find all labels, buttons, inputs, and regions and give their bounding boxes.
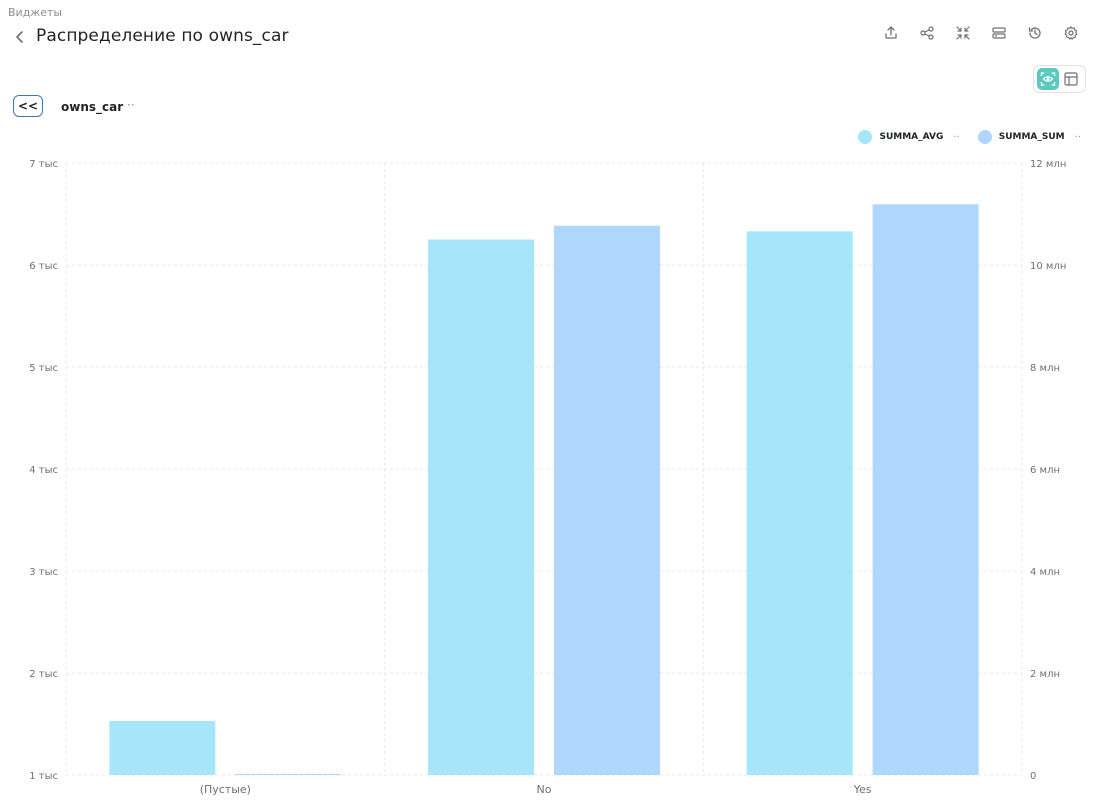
preview-view-button[interactable] [1036,68,1059,90]
legend-swatch-summa-sum [977,130,992,144]
y-left-tick-label: 6 тыс [29,261,58,272]
page-title: Распределение по owns_car [36,26,289,46]
x-category-label: No [537,783,552,796]
y-right-tick-label: 8 млн [1030,363,1060,374]
gear-icon [1064,26,1078,40]
collapse-icon [956,26,970,40]
chevron-left-icon [16,31,23,43]
back-button[interactable] [11,28,29,46]
legend-label-summa-sum: SUMMA_SUM [998,132,1065,142]
x-category-label: (Пустые) [200,783,251,796]
x-category-label: Yes [853,783,872,796]
y-left-tick-label: 7 тыс [29,159,58,170]
filter-panel-button[interactable] [981,22,1017,44]
y-left-tick-label: 2 тыс [29,669,58,680]
y-right-tick-label: 12 млн [1030,159,1066,170]
drill-up-button[interactable]: << [13,95,43,117]
y-right-tick-label: 4 млн [1030,567,1060,578]
share-icon [920,26,934,40]
y-right-tick-label: 2 млн [1030,669,1060,680]
y-left-tick-label: 1 тыс [29,771,58,782]
y-right-tick-label: 0 [1030,771,1036,782]
bar-summa-avg-1[interactable] [428,239,534,776]
y-left-tick-label: 4 тыс [29,465,58,476]
share-button[interactable] [909,22,945,44]
legend-item-summa-avg[interactable]: SUMMA_AVG ·· [858,130,960,144]
legend-more-summa-avg[interactable]: ·· [953,132,959,143]
bar-chart: 1 тыс 2 тыс 3 тыс 4 тыс 5 тыс 6 тыс 7 тыс 0 2 мл… [29,159,1066,796]
legend-item-summa-sum[interactable]: SUMMA_SUM ·· [977,130,1081,144]
preview-icon [1040,72,1055,86]
bar-summa-avg-0[interactable] [109,720,216,775]
dimension-label: owns_car [61,100,124,114]
collapse-button[interactable] [945,22,981,44]
filter-panel-icon [992,27,1006,39]
bar-summa-sum-0[interactable] [235,773,342,775]
bar-summa-sum-1[interactable] [554,225,660,776]
legend-label-summa-avg: SUMMA_AVG [879,132,944,142]
legend-swatch-summa-avg [858,130,873,144]
bar-summa-sum-2[interactable] [872,204,979,775]
toolbar [873,22,1089,44]
dimension-more-button[interactable]: ·· [127,98,135,112]
bar-summa-avg-2[interactable] [746,231,853,776]
export-button[interactable] [873,22,909,44]
view-toggle [1033,65,1086,93]
history-icon [1028,27,1041,39]
chart-legend: SUMMA_AVG ·· SUMMA_SUM ·· [858,130,1081,144]
y-right-tick-label: 10 млн [1030,261,1066,272]
y-left-tick-label: 3 тыс [29,567,58,578]
y-left-tick-label: 5 тыс [29,363,58,374]
layout-icon [1064,72,1078,86]
settings-button[interactable] [1053,22,1089,44]
legend-more-summa-sum[interactable]: ·· [1075,132,1081,143]
layout-view-button[interactable] [1060,68,1082,90]
y-right-tick-label: 6 млн [1030,465,1060,476]
breadcrumb[interactable]: Виджеты [8,6,62,19]
export-icon [885,26,897,39]
history-button[interactable] [1017,22,1053,44]
